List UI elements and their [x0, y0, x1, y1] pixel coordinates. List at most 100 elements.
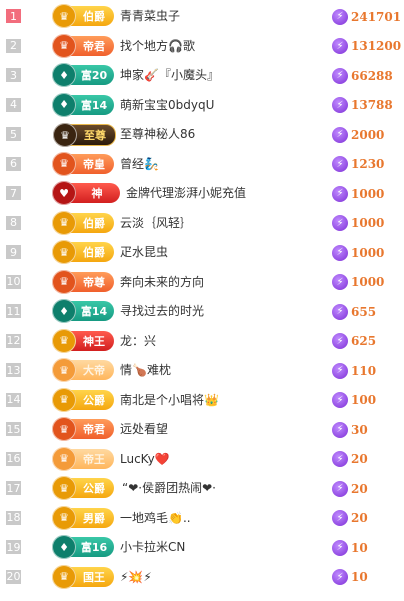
rank-row[interactable]: 2 ♛ 帝君 找个地方🎧歌 ⚡ 131200: [0, 33, 404, 60]
rank-number: 11: [6, 304, 21, 318]
medal-icon: ♛: [52, 210, 76, 235]
score: ⚡ 1000: [332, 180, 384, 207]
user-name[interactable]: 青青菜虫子: [120, 3, 180, 30]
badge-label: 帝皇: [83, 157, 105, 171]
level-badge: ♦ 富20: [52, 63, 114, 87]
user-name[interactable]: ⚡💥⚡: [120, 564, 152, 591]
badge-label: 男爵: [83, 511, 105, 525]
user-name[interactable]: 萌新宝宝0bdyqU: [120, 92, 214, 119]
badge-label: 至尊: [84, 129, 106, 142]
rank-row[interactable]: 5 ♛ 至尊 至尊神秘人86 ⚡ 2000: [0, 121, 404, 148]
user-name[interactable]: 至尊神秘人86: [120, 121, 195, 148]
rank-row[interactable]: 17 ♛ 公爵 “❤·侯爵团热闹❤· ⚡ 20: [0, 475, 404, 502]
user-name[interactable]: 情🍗难枕: [120, 357, 171, 384]
lightning-coin-icon: ⚡: [332, 274, 348, 290]
rank-row[interactable]: 10 ♛ 帝尊 奔向未来的方向 ⚡ 1000: [0, 269, 404, 296]
score: ⚡ 13788: [332, 92, 393, 119]
level-badge: ♛ 公爵: [52, 476, 114, 500]
score-value: 10: [351, 540, 368, 555]
score-value: 66288: [351, 68, 393, 83]
score: ⚡ 1230: [332, 151, 384, 178]
user-name[interactable]: 疋水昆虫: [120, 239, 168, 266]
level-badge: ♛ 帝君: [52, 417, 114, 441]
score-value: 20: [351, 511, 368, 525]
rank-row[interactable]: 13 ♛ 大帝 情🍗难枕 ⚡ 110: [0, 357, 404, 384]
rank-number: 18: [6, 510, 21, 525]
badge-label: 富14: [80, 98, 108, 112]
lightning-coin-icon: ⚡: [332, 244, 348, 261]
lightning-coin-icon: ⚡: [332, 185, 348, 202]
rank-row[interactable]: 20 ♛ 国王 ⚡💥⚡ ⚡ 10: [0, 564, 404, 591]
rank-number: 8: [6, 215, 21, 230]
rank-number: 20: [6, 569, 21, 584]
score-value: 655: [351, 304, 377, 319]
user-name[interactable]: 一地鸡毛👏..: [120, 505, 191, 532]
score-value: 1000: [351, 186, 385, 201]
rank-row[interactable]: 3 ♦ 富20 坤家🎸『小魔头』 ⚡ 66288: [0, 62, 404, 89]
user-name[interactable]: 龙：兴: [120, 328, 156, 355]
medal-icon: ♛: [52, 33, 76, 58]
rank-row[interactable]: 8 ♛ 伯爵 云淡｛风轻｝ ⚡ 1000: [0, 210, 404, 237]
rank-number: 5: [6, 127, 21, 141]
rank-number: 2: [6, 38, 21, 53]
user-name[interactable]: 坤家🎸『小魔头』: [120, 62, 219, 89]
user-name[interactable]: 寻找过去的时光: [120, 298, 204, 325]
user-name[interactable]: 远处看望: [120, 416, 168, 443]
user-name[interactable]: 找个地方🎧歌: [120, 33, 195, 60]
badge-label: 大帝: [83, 364, 105, 377]
medal-icon: ♦: [52, 535, 76, 559]
user-name[interactable]: “❤·侯爵团热闹❤·: [122, 475, 216, 502]
score: ⚡ 1000: [332, 210, 384, 237]
score-value: 20: [351, 452, 368, 466]
rank-number: 17: [6, 481, 21, 495]
level-badge: ♛ 伯爵: [52, 240, 114, 264]
user-name[interactable]: 小卡拉米CN: [120, 534, 185, 561]
badge-label: 帝尊: [83, 275, 105, 289]
score: ⚡ 1000: [332, 269, 384, 296]
score-value: 241701: [351, 9, 402, 24]
lightning-coin-icon: ⚡: [332, 539, 348, 556]
rank-row[interactable]: 14 ♛ 公爵 南北是个小唱将👑 ⚡ 100: [0, 387, 404, 414]
level-badge: ♦ 富14: [52, 92, 114, 117]
score: ⚡ 100: [332, 387, 376, 414]
rank-row[interactable]: 1 ♛ 伯爵 青青菜虫子 ⚡ 241701: [0, 3, 404, 30]
rank-row[interactable]: 12 ♛ 神王 龙：兴 ⚡ 625: [0, 328, 404, 355]
medal-icon: ♛: [52, 269, 76, 294]
score: ⚡ 241701: [332, 3, 401, 30]
rank-row[interactable]: 6 ♛ 帝皇 曾经🧞 ⚡ 1230: [0, 151, 404, 178]
score-value: 2000: [351, 127, 385, 142]
rank-number: 9: [6, 245, 21, 259]
score: ⚡ 20: [332, 446, 368, 473]
lightning-coin-icon: ⚡: [332, 480, 348, 497]
lightning-coin-icon: ⚡: [332, 8, 348, 25]
lightning-coin-icon: ⚡: [332, 215, 348, 231]
badge-label: 帝王: [83, 452, 105, 466]
rank-row[interactable]: 15 ♛ 帝君 远处看望 ⚡ 30: [0, 416, 404, 443]
user-name[interactable]: 金牌代理澎湃小妮充值: [126, 180, 246, 207]
rank-row[interactable]: 7 ♥ 神 金牌代理澎湃小妮充值 ⚡ 1000: [0, 180, 404, 207]
user-name[interactable]: 曾经🧞: [120, 151, 159, 178]
user-name[interactable]: 云淡｛风轻｝: [120, 210, 192, 237]
rank-row[interactable]: 16 ♛ 帝王 LucKy❤️ ⚡ 20: [0, 446, 404, 473]
badge-label: 富14: [80, 305, 108, 318]
score-value: 10: [351, 570, 368, 584]
score: ⚡ 131200: [332, 33, 401, 60]
score-value: 625: [351, 334, 377, 348]
rank-row[interactable]: 18 ♛ 男爵 一地鸡毛👏.. ⚡ 20: [0, 505, 404, 532]
rank-row[interactable]: 4 ♦ 富14 萌新宝宝0bdyqU ⚡ 13788: [0, 92, 404, 119]
user-name[interactable]: 奔向未来的方向: [120, 269, 204, 296]
user-name[interactable]: 南北是个小唱将👑: [120, 387, 219, 414]
rank-row[interactable]: 11 ♦ 富14 寻找过去的时光 ⚡ 655: [0, 298, 404, 325]
rank-number: 13: [6, 363, 21, 377]
rank-number: 15: [6, 422, 21, 436]
medal-icon: ♛: [52, 446, 76, 471]
score: ⚡ 110: [332, 357, 376, 384]
medal-icon: ♦: [52, 63, 76, 87]
rank-row[interactable]: 19 ♦ 富16 小卡拉米CN ⚡ 10: [0, 534, 404, 561]
lightning-coin-icon: ⚡: [332, 569, 348, 585]
rank-row[interactable]: 9 ♛ 伯爵 疋水昆虫 ⚡ 1000: [0, 239, 404, 266]
level-badge: ♛ 伯爵: [52, 4, 114, 28]
user-name[interactable]: LucKy❤️: [120, 446, 170, 473]
score: ⚡ 655: [332, 298, 376, 325]
medal-icon: ♛: [53, 123, 77, 147]
